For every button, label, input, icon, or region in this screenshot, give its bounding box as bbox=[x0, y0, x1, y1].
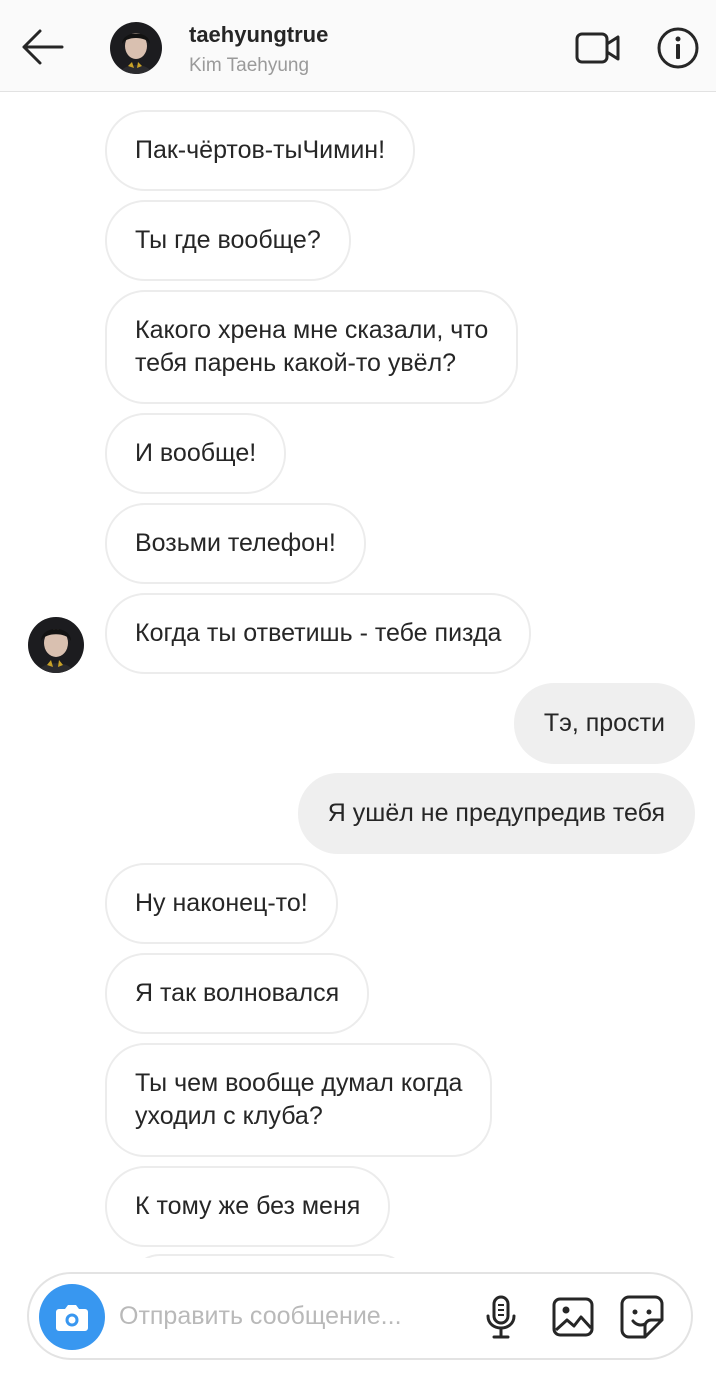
header-fullname: Kim Taehyung bbox=[189, 55, 310, 76]
message-composer bbox=[27, 1272, 693, 1360]
video-camera-icon[interactable] bbox=[574, 28, 622, 68]
header-username[interactable]: taehyungtrue bbox=[189, 22, 328, 48]
message-bubble-outgoing[interactable]: Тэ, прости bbox=[513, 683, 695, 764]
message-bubble[interactable]: И вообще! bbox=[105, 413, 287, 494]
gallery-icon[interactable] bbox=[551, 1296, 595, 1338]
message-bubble-outgoing[interactable]: Я ушёл не предупредив тебя bbox=[297, 773, 695, 854]
sticker-icon[interactable] bbox=[619, 1294, 665, 1340]
message-thread[interactable]: Пак-чёртов-тыЧимин! Ты где вообще? Каког… bbox=[0, 93, 716, 1258]
message-bubble[interactable]: Возьми телефон! bbox=[105, 503, 366, 584]
message-bubble[interactable]: Ты чем вообще думал когда уходил с клуба… bbox=[105, 1043, 493, 1157]
message-bubble[interactable]: Пак-чёртов-тыЧимин! bbox=[105, 110, 416, 191]
camera-button[interactable] bbox=[39, 1284, 105, 1350]
message-bubble[interactable]: Я так волновался bbox=[105, 953, 370, 1034]
sender-avatar[interactable] bbox=[28, 617, 84, 673]
message-bubble[interactable]: Ты где вообще? bbox=[105, 200, 351, 281]
message-bubble[interactable]: Когда ты ответишь - тебе пизда bbox=[105, 593, 532, 674]
message-input[interactable] bbox=[119, 1296, 459, 1336]
camera-icon bbox=[56, 1305, 88, 1331]
microphone-icon[interactable] bbox=[481, 1294, 521, 1340]
message-bubble[interactable]: Ну наконец-то! bbox=[105, 863, 338, 944]
message-bubble-partial[interactable] bbox=[130, 1254, 410, 1258]
header-avatar[interactable] bbox=[110, 22, 162, 74]
message-bubble[interactable]: Какого хрена мне сказали, что тебя парен… bbox=[105, 290, 519, 404]
message-bubble[interactable]: К тому же без меня bbox=[105, 1166, 391, 1247]
arrow-left-icon[interactable] bbox=[18, 26, 66, 68]
info-icon[interactable] bbox=[656, 26, 700, 70]
chat-header: taehyungtrue Kim Taehyung bbox=[0, 0, 716, 92]
